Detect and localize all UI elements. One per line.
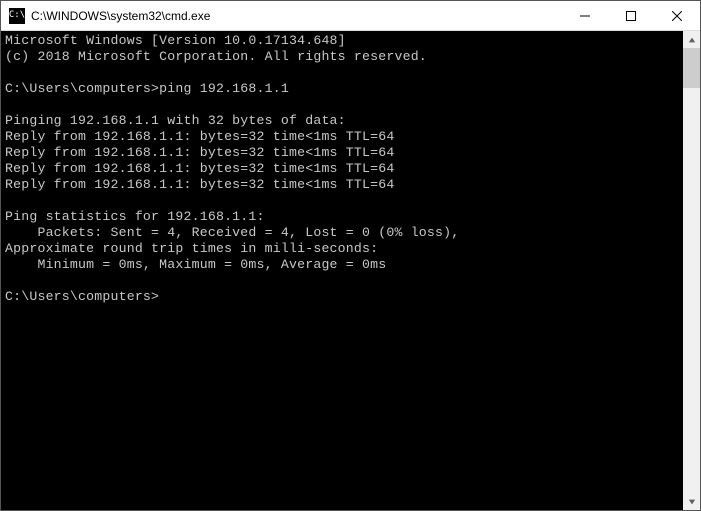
scrollbar-thumb[interactable] [683, 48, 700, 88]
terminal-line: (c) 2018 Microsoft Corporation. All righ… [5, 49, 679, 65]
terminal-line: C:\Users\computers>ping 192.168.1.1 [5, 81, 679, 97]
terminal-line: Reply from 192.168.1.1: bytes=32 time<1m… [5, 161, 679, 177]
terminal-line: Pinging 192.168.1.1 with 32 bytes of dat… [5, 113, 679, 129]
scroll-up-button[interactable] [683, 31, 700, 48]
titlebar[interactable]: C:\ C:\WINDOWS\system32\cmd.exe [1, 1, 700, 31]
cmd-icon: C:\ [9, 8, 25, 24]
terminal-line: Approximate round trip times in milli-se… [5, 241, 679, 257]
cmd-window: C:\ C:\WINDOWS\system32\cmd.exe Microsof… [0, 0, 701, 511]
scrollbar-track[interactable] [683, 48, 700, 493]
close-button[interactable] [654, 1, 700, 30]
maximize-button[interactable] [608, 1, 654, 30]
window-title: C:\WINDOWS\system32\cmd.exe [31, 9, 562, 23]
terminal-line [5, 65, 679, 81]
terminal-line: Reply from 192.168.1.1: bytes=32 time<1m… [5, 145, 679, 161]
terminal-line: C:\Users\computers> [5, 289, 679, 305]
terminal-line [5, 97, 679, 113]
window-controls [562, 1, 700, 30]
terminal-line: Microsoft Windows [Version 10.0.17134.64… [5, 33, 679, 49]
client-area: Microsoft Windows [Version 10.0.17134.64… [1, 31, 700, 510]
scroll-down-button[interactable] [683, 493, 700, 510]
terminal-line [5, 273, 679, 289]
terminal-output[interactable]: Microsoft Windows [Version 10.0.17134.64… [1, 31, 683, 510]
terminal-line: Packets: Sent = 4, Received = 4, Lost = … [5, 225, 679, 241]
terminal-line [5, 193, 679, 209]
terminal-line: Ping statistics for 192.168.1.1: [5, 209, 679, 225]
terminal-line: Reply from 192.168.1.1: bytes=32 time<1m… [5, 177, 679, 193]
vertical-scrollbar[interactable] [683, 31, 700, 510]
terminal-line: Minimum = 0ms, Maximum = 0ms, Average = … [5, 257, 679, 273]
minimize-button[interactable] [562, 1, 608, 30]
terminal-line: Reply from 192.168.1.1: bytes=32 time<1m… [5, 129, 679, 145]
